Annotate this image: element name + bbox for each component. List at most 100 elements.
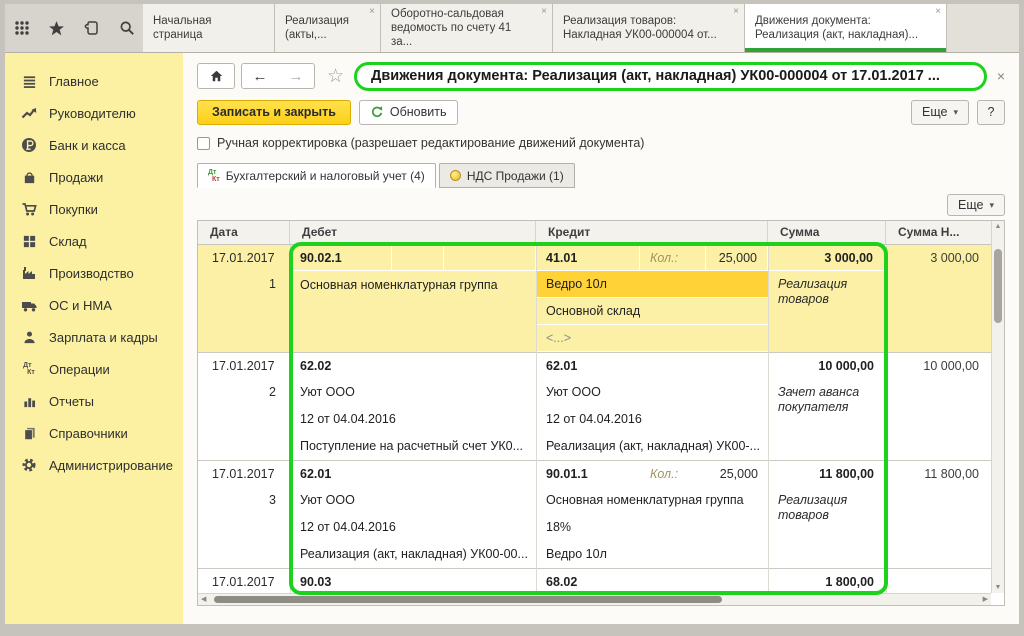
- cell-debit-account[interactable]: 62.02: [290, 353, 536, 379]
- cell-comment[interactable]: Реализация товаров: [768, 487, 886, 568]
- col-header-date[interactable]: Дата: [198, 221, 290, 244]
- scroll-down-icon[interactable]: ▼: [992, 584, 1004, 591]
- cell-credit-analytics[interactable]: 18%: [536, 514, 768, 541]
- cell-row-number[interactable]: 2: [198, 379, 290, 406]
- sidebar-item-prodazhi[interactable]: Продажи: [5, 161, 183, 193]
- cell-debit-account[interactable]: 90.02.1: [290, 245, 392, 271]
- horizontal-scrollbar[interactable]: ◀ ▶: [198, 593, 991, 605]
- tab-realizatsiya-tovarov[interactable]: Реализация товаров: Накладная УК00-00000…: [553, 4, 745, 52]
- close-icon[interactable]: ×: [935, 7, 941, 17]
- cell-amount[interactable]: 10 000,00: [768, 353, 886, 379]
- cell-debit-analytics[interactable]: 12 от 04.04.2016: [290, 406, 536, 433]
- grid-more-button[interactable]: Еще ▾: [947, 194, 1005, 216]
- sidebar-item-sklad[interactable]: Склад: [5, 225, 183, 257]
- cell-debit-qty[interactable]: [444, 245, 536, 271]
- cell-empty[interactable]: [886, 569, 991, 596]
- table-row[interactable]: 17.01.2017 62.01 90.01.1 Кол.: 25,000 11…: [198, 461, 991, 569]
- cell-credit-analytics-selected[interactable]: Ведро 10л: [536, 271, 768, 298]
- cell-credit-analytics[interactable]: 12 от 04.04.2016: [536, 406, 768, 433]
- cell-date[interactable]: 17.01.2017: [198, 245, 290, 271]
- cell-row-number[interactable]: 3: [198, 487, 290, 514]
- cell-qty[interactable]: 25,000: [706, 461, 768, 487]
- tab-home[interactable]: Начальная страница: [143, 4, 275, 52]
- cell-debit-analytics[interactable]: Реализация (акт, накладная) УК00-00...: [290, 541, 536, 568]
- cell-amount[interactable]: 11 800,00: [768, 461, 886, 487]
- close-icon[interactable]: ×: [733, 7, 739, 17]
- tab-realizatsiya-akty[interactable]: Реализация (акты,... ×: [275, 4, 381, 52]
- col-header-debit[interactable]: Дебет: [290, 221, 536, 244]
- cell-credit-analytics[interactable]: Реализация (акт, накладная) УК00-...: [536, 433, 768, 460]
- tab-accounting-register[interactable]: ДтКт Бухгалтерский и налоговый учет (4): [197, 163, 436, 188]
- favorites-star-icon[interactable]: [44, 15, 70, 41]
- cell-credit-analytics[interactable]: Основная номенклатурная группа: [536, 487, 768, 514]
- cell-debit-analytics[interactable]: 12 от 04.04.2016: [290, 514, 536, 541]
- sidebar-item-zarplata-i-kadry[interactable]: Зарплата и кадры: [5, 321, 183, 353]
- cell-amount-nu[interactable]: 3 000,00: [886, 245, 991, 271]
- scroll-up-icon[interactable]: ▲: [992, 223, 1004, 230]
- sidebar-item-glavnoe[interactable]: Главное: [5, 65, 183, 97]
- table-row[interactable]: 17.01.2017 90.02.1 41.01 Кол.: 25,000 3 …: [198, 245, 991, 353]
- cell-credit-account[interactable]: 62.01: [536, 353, 768, 379]
- sidebar-item-proizvodstvo[interactable]: Производство: [5, 257, 183, 289]
- cell-credit-analytics[interactable]: <...>: [536, 325, 768, 352]
- sidebar-item-pokupki[interactable]: Покупки: [5, 193, 183, 225]
- help-button[interactable]: ?: [977, 100, 1005, 125]
- cell-date[interactable]: 17.01.2017: [198, 461, 290, 487]
- sidebar-item-otchety[interactable]: Отчеты: [5, 385, 183, 417]
- tab-dvizheniya-dokumenta[interactable]: Движения документа: Реализация (акт, нак…: [745, 4, 947, 52]
- table-row[interactable]: 17.01.2017 62.02 62.01 10 000,00 10 000,…: [198, 353, 991, 461]
- search-icon[interactable]: [114, 15, 140, 41]
- close-icon[interactable]: ×: [369, 7, 375, 17]
- cell-amount-nu[interactable]: 11 800,00: [886, 461, 991, 487]
- cell-credit-analytics[interactable]: Уют ООО: [536, 379, 768, 406]
- cell-debit-analytics[interactable]: Основная номенклатурная группа: [290, 271, 536, 352]
- sidebar-item-bank-i-kassa[interactable]: Банк и касса: [5, 129, 183, 161]
- back-button[interactable]: ←: [242, 68, 278, 85]
- sidebar-item-rukovoditelyu[interactable]: Руководителю: [5, 97, 183, 129]
- save-and-close-button[interactable]: Записать и закрыть: [197, 100, 351, 125]
- cell-comment[interactable]: Зачет аванса покупателя: [768, 379, 886, 460]
- cell-credit-analytics[interactable]: Основной склад: [536, 298, 768, 325]
- cell-date[interactable]: 17.01.2017: [198, 569, 290, 596]
- close-form-icon[interactable]: ×: [997, 68, 1005, 84]
- tab-oborotno-saldovaya[interactable]: Оборотно-сальдовая ведомость по счету 41…: [381, 4, 553, 52]
- cell-qty-label[interactable]: Кол.:: [640, 461, 706, 487]
- manual-adjustment-checkbox[interactable]: [197, 137, 210, 150]
- sidebar-item-spravochniki[interactable]: Справочники: [5, 417, 183, 449]
- cell-credit-account[interactable]: 68.02: [536, 569, 768, 596]
- col-header-credit[interactable]: Кредит: [536, 221, 768, 244]
- history-icon[interactable]: [79, 15, 105, 41]
- cell-row-number[interactable]: 1: [198, 271, 290, 298]
- cell-debit-qty-label[interactable]: [392, 245, 444, 271]
- cell-amount[interactable]: 1 800,00: [768, 569, 886, 596]
- cell-debit-analytics[interactable]: Поступление на расчетный счет УК0...: [290, 433, 536, 460]
- vertical-scroll-thumb[interactable]: [994, 249, 1002, 323]
- horizontal-scroll-thumb[interactable]: [214, 596, 722, 603]
- cell-credit-account[interactable]: 41.01: [536, 245, 640, 271]
- col-header-amount[interactable]: Сумма: [768, 221, 886, 244]
- cell-debit-account[interactable]: 62.01: [290, 461, 536, 487]
- sidebar-item-operatsii[interactable]: ДтКт Операции: [5, 353, 183, 385]
- cell-qty[interactable]: 25,000: [706, 245, 768, 271]
- home-button[interactable]: [197, 63, 235, 89]
- favorite-star-icon[interactable]: ☆: [327, 65, 344, 88]
- cell-credit-account[interactable]: 90.01.1: [536, 461, 640, 487]
- cell-debit-analytics[interactable]: Уют ООО: [290, 379, 536, 406]
- cell-amount-nu[interactable]: 10 000,00: [886, 353, 991, 379]
- scroll-right-icon[interactable]: ▶: [983, 595, 988, 603]
- tab-vat-sales-register[interactable]: НДС Продажи (1): [439, 163, 575, 188]
- cell-empty[interactable]: [886, 271, 991, 352]
- cell-debit-analytics[interactable]: Уют ООО: [290, 487, 536, 514]
- more-button[interactable]: Еще ▾: [911, 100, 969, 125]
- sidebar-item-os-i-nma[interactable]: ОС и НМА: [5, 289, 183, 321]
- cell-amount[interactable]: 3 000,00: [768, 245, 886, 271]
- col-header-amount-nu[interactable]: Сумма Н...: [886, 221, 991, 244]
- forward-button[interactable]: →: [278, 68, 314, 85]
- cell-qty-label[interactable]: Кол.:: [640, 245, 706, 271]
- scroll-left-icon[interactable]: ◀: [201, 595, 206, 603]
- cell-comment[interactable]: Реализация товаров: [768, 271, 886, 352]
- grid-menu-icon[interactable]: [9, 15, 35, 41]
- vertical-scrollbar[interactable]: ▲ ▼: [991, 221, 1004, 593]
- refresh-button[interactable]: Обновить: [359, 100, 458, 125]
- close-icon[interactable]: ×: [541, 7, 547, 17]
